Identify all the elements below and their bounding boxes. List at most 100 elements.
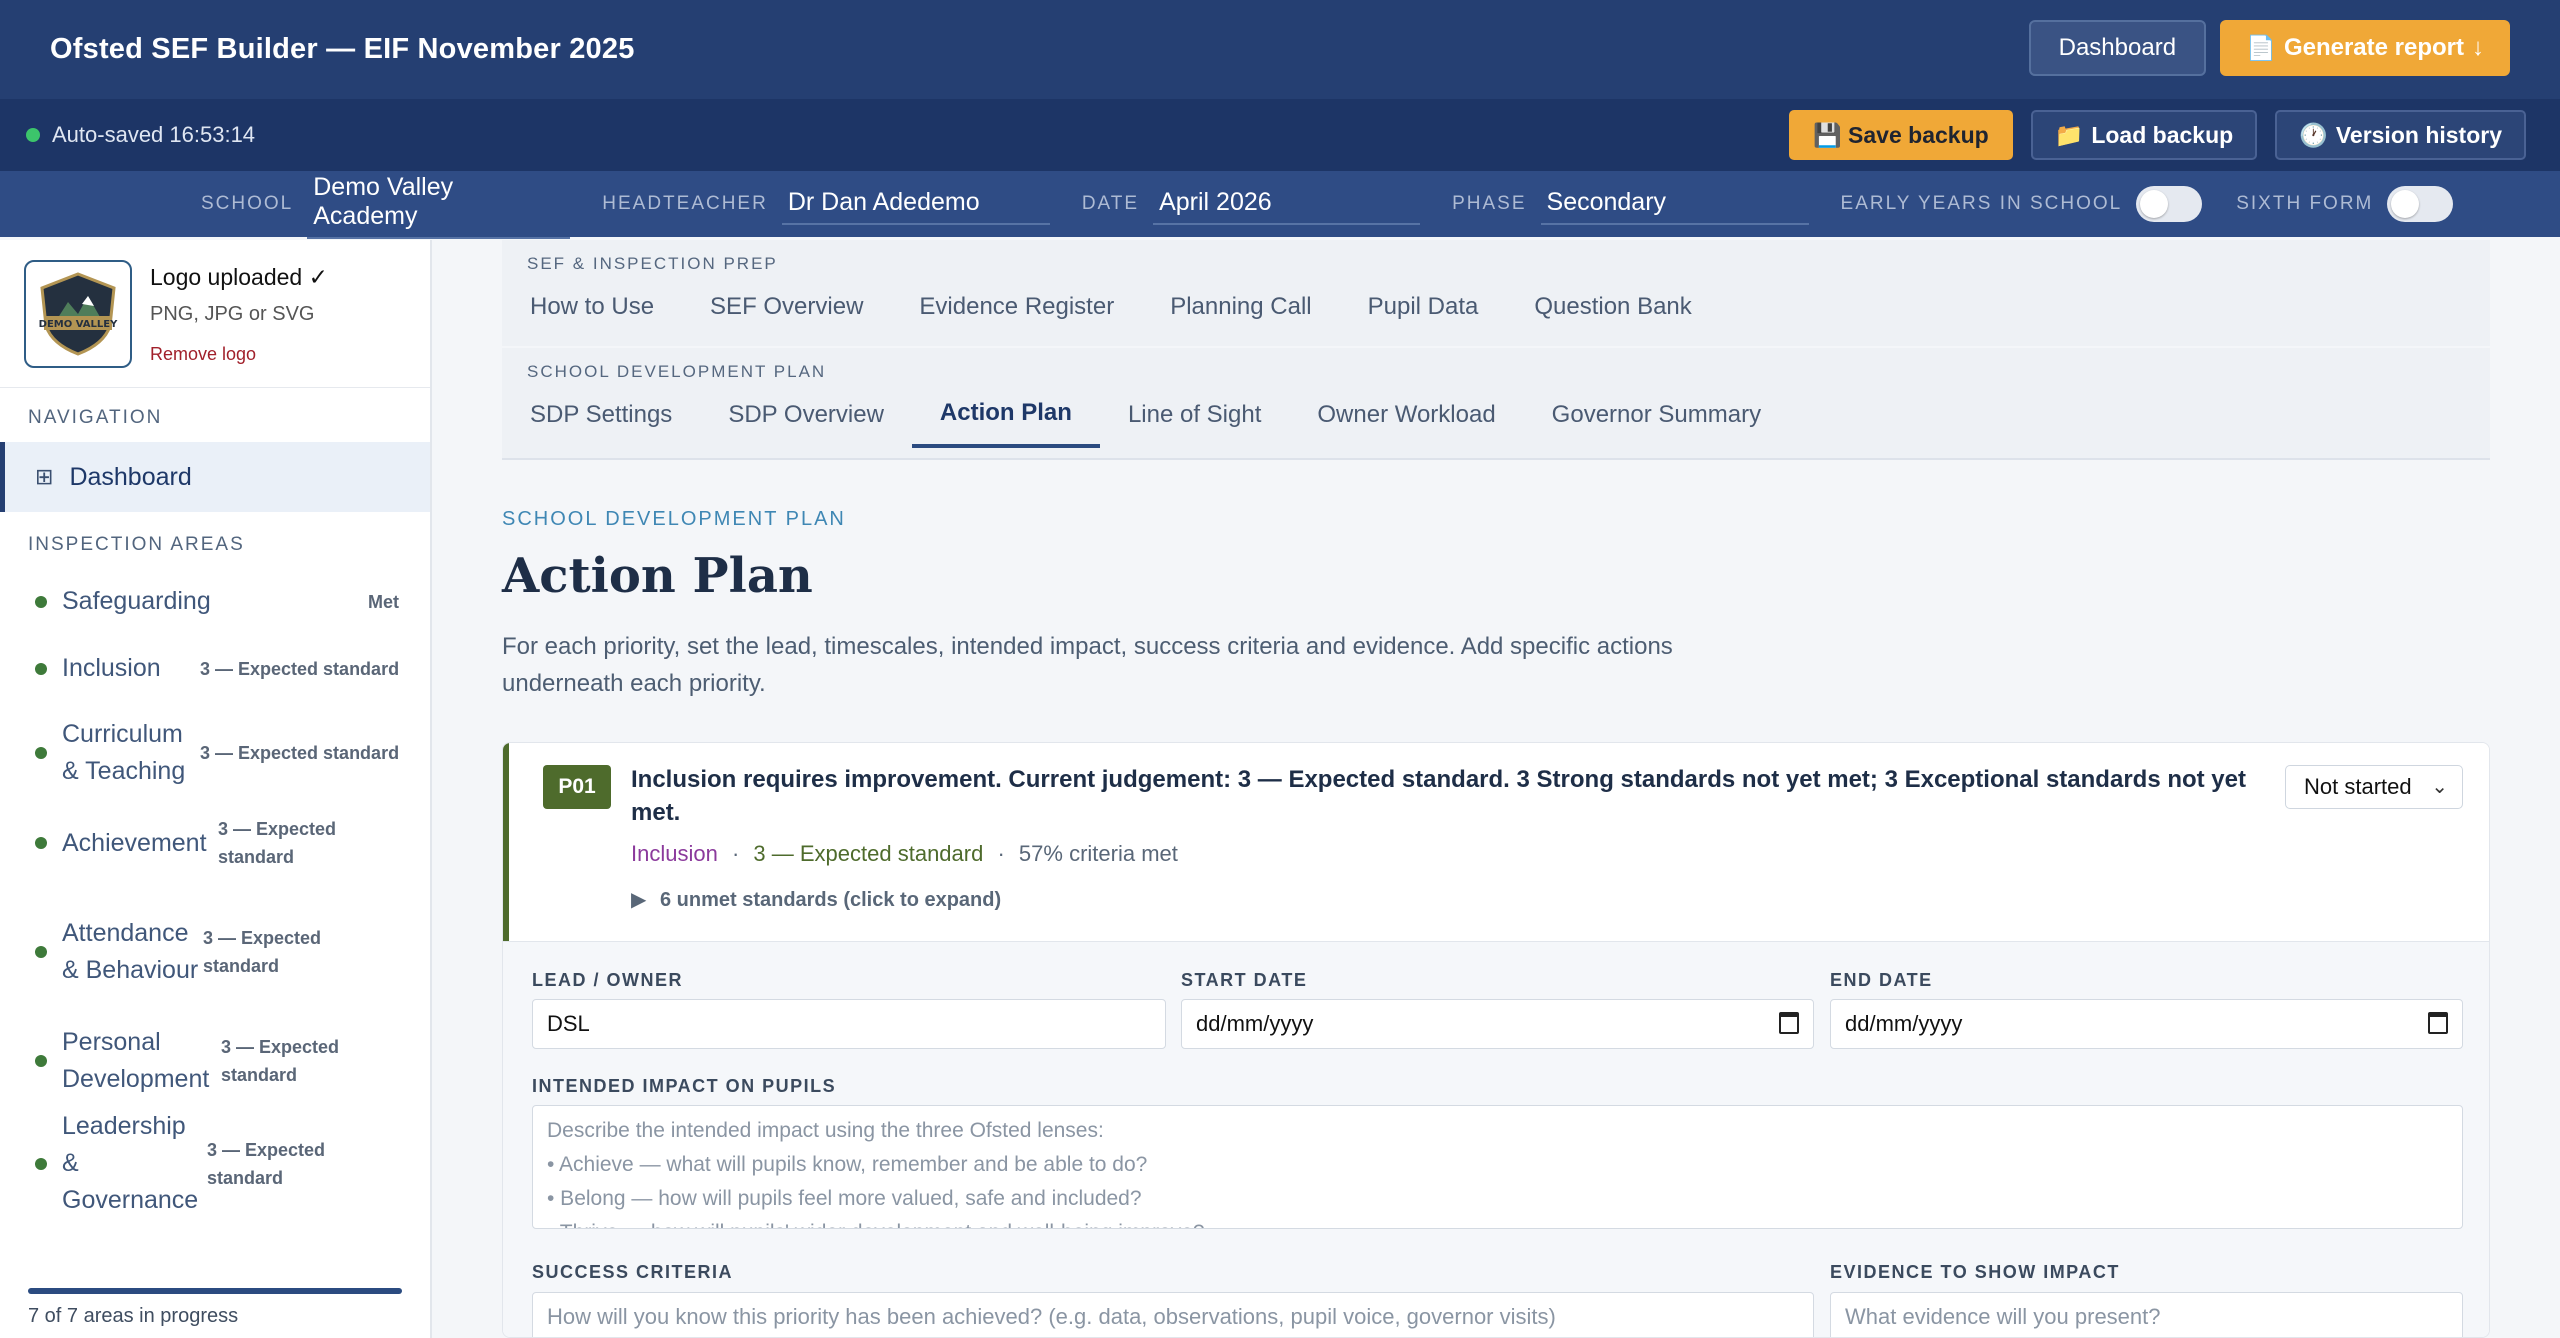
- sef-section-label: SEF & INSPECTION PREP: [527, 254, 778, 273]
- tab-how-to-use[interactable]: How to Use: [502, 274, 682, 340]
- tab-sef-overview[interactable]: SEF Overview: [682, 274, 891, 340]
- dashboard-button[interactable]: Dashboard: [2028, 20, 2207, 76]
- area-status: 3 — Expected standard: [207, 1139, 326, 1188]
- app-title: Ofsted SEF Builder — EIF November 2025: [50, 33, 635, 65]
- area-status: 3 — Expected standard: [218, 819, 337, 867]
- sidebar-item-attendance[interactable]: Attendance & Behaviour 3 — Expected stan…: [0, 896, 430, 1007]
- sixth-form-label: SIXTH FORM: [2236, 193, 2374, 214]
- area-status: 3 — Expected standard: [200, 743, 400, 763]
- early-years-label: EARLY YEARS IN SCHOOL: [1840, 193, 2123, 214]
- calendar-icon[interactable]: [2428, 1012, 2448, 1034]
- page-title: Action Plan: [502, 548, 813, 604]
- unmet-standards-toggle[interactable]: ▶ 6 unmet standards (click to expand): [631, 887, 1001, 912]
- early-years-toggle[interactable]: [2136, 186, 2203, 222]
- evidence-label: EVIDENCE TO SHOW IMPACT: [1830, 1262, 2120, 1282]
- navigation-heading: NAVIGATION: [28, 407, 163, 428]
- tab-question-bank[interactable]: Question Bank: [1506, 274, 1719, 340]
- tab-pupil-data[interactable]: Pupil Data: [1340, 274, 1507, 340]
- floppy-disk-icon: 💾: [1813, 121, 1843, 148]
- intended-impact-label: INTENDED IMPACT ON PUPILS: [532, 1076, 837, 1096]
- save-backup-button[interactable]: 💾 Save backup: [1789, 110, 2013, 160]
- remove-logo-link[interactable]: Remove logo: [150, 344, 328, 365]
- priority-header: P01 Inclusion requires improvement. Curr…: [503, 743, 2489, 941]
- save-backup-label: Save backup: [1848, 121, 1989, 148]
- phase-input[interactable]: Secondary: [1540, 184, 1809, 225]
- version-history-button[interactable]: 🕐 Version history: [2275, 110, 2526, 160]
- generate-report-label: Generate report: [2283, 34, 2464, 61]
- start-date-input[interactable]: dd/mm/yyyy: [1181, 999, 1814, 1049]
- priority-card: P01 Inclusion requires improvement. Curr…: [502, 742, 2490, 1338]
- priority-area: Inclusion: [631, 841, 718, 866]
- school-logo[interactable]: DEMO VALLEY: [24, 260, 132, 368]
- end-date-input[interactable]: dd/mm/yyyy: [1830, 999, 2463, 1049]
- sidebar-item-inclusion[interactable]: Inclusion 3 — Expected standard: [0, 650, 430, 687]
- success-criteria-input[interactable]: How will you know this priority has been…: [532, 1292, 1814, 1337]
- school-crest-icon: DEMO VALLEY: [39, 272, 118, 356]
- sidebar-item-personal-development[interactable]: Personal Development 3 — Expected standa…: [0, 1024, 430, 1098]
- area-name: Attendance & Behaviour: [62, 918, 199, 984]
- area-name: Achievement: [62, 828, 207, 857]
- app-header: Ofsted SEF Builder — EIF November 2025 D…: [0, 0, 2560, 99]
- tab-action-plan[interactable]: Action Plan: [911, 382, 1100, 448]
- meta-separator: ·: [731, 841, 740, 866]
- end-date-placeholder: dd/mm/yyyy: [1845, 1011, 1963, 1036]
- tab-governor-summary[interactable]: Governor Summary: [1524, 382, 1789, 448]
- lead-owner-label: LEAD / OWNER: [532, 970, 683, 990]
- autosave-text: Auto-saved 16:53:14: [52, 122, 256, 147]
- tab-line-of-sight[interactable]: Line of Sight: [1100, 382, 1289, 448]
- priority-judgement: 3 — Expected standard: [753, 841, 984, 866]
- status-dot-icon: [35, 837, 47, 849]
- sidebar-dashboard-label: Dashboard: [69, 462, 192, 491]
- area-name: Curriculum & Teaching: [62, 720, 186, 785]
- tab-sdp-settings[interactable]: SDP Settings: [502, 382, 700, 448]
- sidebar-item-curriculum[interactable]: Curriculum & Teaching 3 — Expected stand…: [0, 716, 430, 790]
- tab-sdp-overview[interactable]: SDP Overview: [700, 382, 912, 448]
- sidebar-item-safeguarding[interactable]: Safeguarding Met: [0, 583, 430, 620]
- sef-tab-section: SEF & INSPECTION PREP How to Use SEF Over…: [502, 240, 2490, 346]
- status-dot-icon: [35, 662, 47, 675]
- sidebar-item-achievement[interactable]: Achievement 3 — Expected standard: [0, 806, 430, 880]
- date-input[interactable]: April 2026: [1153, 184, 1421, 225]
- lead-owner-input[interactable]: DSL: [532, 999, 1166, 1049]
- logo-text: DEMO VALLEY: [39, 319, 118, 330]
- logo-panel: DEMO VALLEY Logo uploaded ✓ PNG, JPG or …: [0, 240, 430, 388]
- generate-report-button[interactable]: 📄 Generate report ↓: [2220, 20, 2510, 76]
- calendar-icon[interactable]: [1779, 1012, 1799, 1034]
- version-history-label: Version history: [2335, 121, 2502, 148]
- sixth-form-toggle[interactable]: [2387, 186, 2454, 222]
- priority-status-select[interactable]: Not started ⌄: [2285, 765, 2463, 809]
- school-input[interactable]: Demo Valley Academy: [307, 169, 571, 239]
- tab-evidence-register[interactable]: Evidence Register: [891, 274, 1142, 340]
- end-date-label: END DATE: [1830, 970, 1933, 990]
- start-date-placeholder: dd/mm/yyyy: [1196, 1011, 1314, 1036]
- status-dot-icon: [35, 945, 47, 958]
- headteacher-label: HEADTEACHER: [602, 193, 768, 214]
- header-actions: Dashboard 📄 Generate report ↓: [2028, 20, 2510, 76]
- priority-form: LEAD / OWNER DSL START DATE dd/mm/yyyy E…: [503, 941, 2489, 1337]
- school-info-bar: SCHOOL Demo Valley Academy HEADTEACHER D…: [0, 169, 2560, 239]
- priority-meta: Inclusion · 3 — Expected standard · 57% …: [631, 841, 1178, 867]
- priority-id-badge: P01: [543, 765, 611, 809]
- areas-progress-fill: [28, 1288, 402, 1294]
- grid-icon: ⊞: [35, 464, 54, 489]
- headteacher-input[interactable]: Dr Dan Adedemo: [781, 184, 1050, 225]
- sidebar: DEMO VALLEY Logo uploaded ✓ PNG, JPG or …: [0, 240, 432, 1338]
- load-backup-button[interactable]: 📁 Load backup: [2030, 110, 2258, 160]
- area-status: 3 — Expected standard: [221, 1037, 340, 1085]
- status-dot-icon: [35, 747, 47, 759]
- tab-planning-call[interactable]: Planning Call: [1142, 274, 1339, 340]
- page-eyebrow: SCHOOL DEVELOPMENT PLAN: [502, 508, 846, 530]
- sidebar-item-leadership[interactable]: Leadership & Governance 3 — Expected sta…: [0, 1108, 430, 1219]
- autosave-bar: Auto-saved 16:53:14 💾 Save backup 📁 Load…: [0, 99, 2560, 171]
- area-status: 3 — Expected standard: [200, 658, 400, 679]
- status-dot-icon: [35, 1157, 47, 1170]
- tab-owner-workload[interactable]: Owner Workload: [1289, 382, 1523, 448]
- unmet-standards-label: 6 unmet standards (click to expand): [659, 889, 1002, 911]
- evidence-input[interactable]: What evidence will you present?: [1830, 1292, 2463, 1337]
- autosave-status-dot-icon: [26, 128, 40, 142]
- area-name: Safeguarding: [62, 587, 211, 615]
- logo-status: Logo uploaded ✓: [150, 264, 328, 290]
- area-name: Inclusion: [62, 654, 161, 682]
- intended-impact-textarea[interactable]: Describe the intended impact using the t…: [532, 1105, 2463, 1229]
- sidebar-item-dashboard[interactable]: ⊞ Dashboard: [0, 442, 430, 512]
